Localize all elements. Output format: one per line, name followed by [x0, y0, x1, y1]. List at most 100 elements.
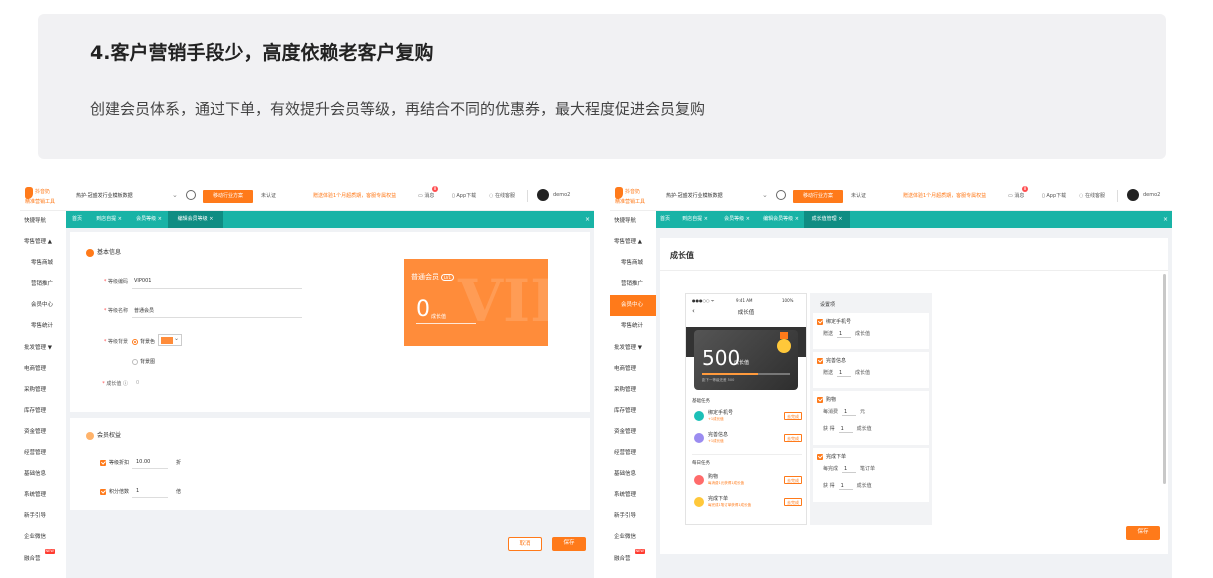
sidebar-item[interactable]: 零售统计	[610, 316, 656, 337]
task-go-button[interactable]: 去完成	[784, 498, 802, 506]
rule-title[interactable]: 购物	[817, 396, 836, 403]
rule-value-input[interactable]: 1	[838, 426, 853, 433]
globe-icon[interactable]	[186, 190, 196, 200]
checkbox[interactable]	[817, 396, 823, 403]
sidebar-item[interactable]: 零售管理 ▲	[20, 232, 66, 253]
sidebar-item[interactable]: 基础信息	[610, 464, 656, 485]
sidebar-item[interactable]: 企业微信	[20, 527, 66, 548]
checkbox[interactable]	[817, 357, 823, 364]
chevron-down-icon[interactable]: ⌄	[172, 191, 178, 199]
sidebar-item[interactable]: 会员中心	[20, 295, 66, 316]
checkbox[interactable]	[100, 459, 106, 466]
info-icon[interactable]: ⓘ	[121, 381, 128, 387]
verification-status[interactable]: 未认证	[851, 192, 866, 199]
checkbox[interactable]	[817, 318, 823, 325]
sidebar-item[interactable]: 系统管理	[610, 485, 656, 506]
app-logo[interactable]: 抖音奶 精准营销工具	[615, 187, 655, 207]
avatar[interactable]	[1127, 189, 1139, 201]
sidebar-item[interactable]: 基础信息	[20, 464, 66, 485]
sidebar-item[interactable]: 快捷导航	[610, 211, 656, 232]
color-picker[interactable]: ⌄	[158, 334, 182, 346]
app-download-link[interactable]: ▯ App下载	[1042, 192, 1066, 199]
app-logo[interactable]: 抖音奶 精准营销工具	[25, 187, 65, 207]
sidebar-item[interactable]: 零售商城	[610, 253, 656, 274]
rule-value-input[interactable]: 1	[842, 409, 857, 416]
promo-notice[interactable]: 赠送体验1个月超质期，客服专属权益	[903, 192, 986, 199]
sidebar-item[interactable]: 批发管理 ▼	[20, 338, 66, 359]
scrollbar[interactable]	[1163, 274, 1166, 484]
close-icon[interactable]: ×	[1163, 211, 1168, 228]
sidebar-item[interactable]: 零售管理 ▲	[610, 232, 656, 253]
rule-title[interactable]: 完善信息	[817, 357, 846, 364]
tab[interactable]: 首页	[66, 211, 88, 228]
level-name-input[interactable]: 普通会员	[134, 307, 154, 314]
tab[interactable]: 编辑会员等级 ×	[168, 211, 223, 228]
sidebar-item[interactable]: 经营管理	[20, 443, 66, 464]
verification-status[interactable]: 未认证	[261, 192, 276, 199]
level-code-input[interactable]: VIP001	[134, 278, 151, 284]
save-button[interactable]: 保存	[1126, 526, 1160, 540]
online-service-link[interactable]: ◌ 在线客服	[1079, 192, 1105, 199]
tab[interactable]: 会员等级 ×	[716, 211, 758, 228]
sidebar-item[interactable]: 新手引导	[20, 506, 66, 527]
chevron-down-icon[interactable]: ⌄	[762, 191, 768, 199]
username[interactable]: demo2	[1143, 192, 1160, 198]
rule-value-input[interactable]: 1	[837, 370, 852, 377]
tab[interactable]: 会员等级 ×	[130, 211, 168, 228]
sidebar-item[interactable]: 零售商城	[20, 253, 66, 274]
sidebar-item[interactable]: 资金管理	[610, 422, 656, 443]
tab[interactable]: 编辑会员等级 ×	[758, 211, 804, 228]
industry-solution-button[interactable]: 移动行业方案	[793, 190, 843, 203]
sidebar-item[interactable]: 采购管理	[610, 380, 656, 401]
sidebar-item[interactable]: 新手引导	[610, 506, 656, 527]
task-go-button[interactable]: 去完成	[784, 434, 802, 442]
app-download-link[interactable]: ▯ App下载	[452, 192, 476, 199]
sidebar-item[interactable]: 系统管理	[20, 485, 66, 506]
tab[interactable]: 到店自提 ×	[88, 211, 130, 228]
promo-notice[interactable]: 赠送体验1个月超质期，客服专属权益	[313, 192, 396, 199]
cancel-button[interactable]: 取消	[508, 537, 542, 551]
benefit-value-input[interactable]: 1	[136, 488, 139, 494]
sidebar-item[interactable]: 营销推广	[610, 274, 656, 295]
avatar[interactable]	[537, 189, 549, 201]
growth-value-input[interactable]: 0	[136, 380, 139, 386]
bg-color-radio[interactable]: 背景色	[132, 338, 155, 345]
sidebar-item[interactable]: 融合营NEW	[610, 548, 656, 570]
save-button[interactable]: 保存	[552, 537, 586, 551]
online-service-link[interactable]: ◌ 在线客服	[489, 192, 515, 199]
rule-value-input[interactable]: 1	[837, 331, 852, 338]
checkbox[interactable]	[817, 453, 823, 460]
sidebar-item[interactable]: 电商管理	[20, 359, 66, 380]
messages-link[interactable]: ▭ 消息	[418, 192, 434, 199]
rule-title[interactable]: 完成下单	[817, 453, 846, 460]
points-row[interactable]: 积分倍数	[100, 488, 129, 495]
sidebar-item[interactable]: 采购管理	[20, 380, 66, 401]
sidebar-item[interactable]: 营销推广	[20, 274, 66, 295]
benefit-value-input[interactable]: 10.00	[136, 459, 150, 465]
tab[interactable]: 到店自提 ×	[674, 211, 716, 228]
sidebar-item[interactable]: 电商管理	[610, 359, 656, 380]
sidebar-item[interactable]: 批发管理 ▼	[610, 338, 656, 359]
sidebar-item[interactable]: 库存管理	[20, 401, 66, 422]
rule-value-input[interactable]: 1	[838, 483, 853, 490]
discount-row[interactable]: 等级折扣	[100, 459, 129, 466]
messages-link[interactable]: ▭ 消息	[1008, 192, 1024, 199]
username[interactable]: demo2	[553, 192, 570, 198]
tab[interactable]: 成长值管理 ×	[804, 211, 850, 228]
checkbox[interactable]	[100, 488, 106, 495]
sidebar-item[interactable]: 资金管理	[20, 422, 66, 443]
rule-title[interactable]: 绑定手机号	[817, 318, 851, 325]
scope-selector[interactable]: 热护·冠盛发行业模板数据	[76, 192, 133, 199]
sidebar-item[interactable]: 快捷导航	[20, 211, 66, 232]
task-go-button[interactable]: 去完成	[784, 476, 802, 484]
sidebar-item[interactable]: 零售统计	[20, 316, 66, 337]
sidebar-item[interactable]: 融合营NEW	[20, 548, 66, 570]
close-icon[interactable]: ×	[585, 211, 590, 228]
sidebar-item[interactable]: 企业微信	[610, 527, 656, 548]
bg-image-radio[interactable]: 背景图	[132, 358, 155, 365]
sidebar-item[interactable]: 库存管理	[610, 401, 656, 422]
industry-solution-button[interactable]: 移动行业方案	[203, 190, 253, 203]
scope-selector[interactable]: 热护·冠盛发行业模板数据	[666, 192, 723, 199]
tab[interactable]: 首页	[656, 211, 674, 228]
sidebar-item[interactable]: 会员中心	[610, 295, 656, 317]
